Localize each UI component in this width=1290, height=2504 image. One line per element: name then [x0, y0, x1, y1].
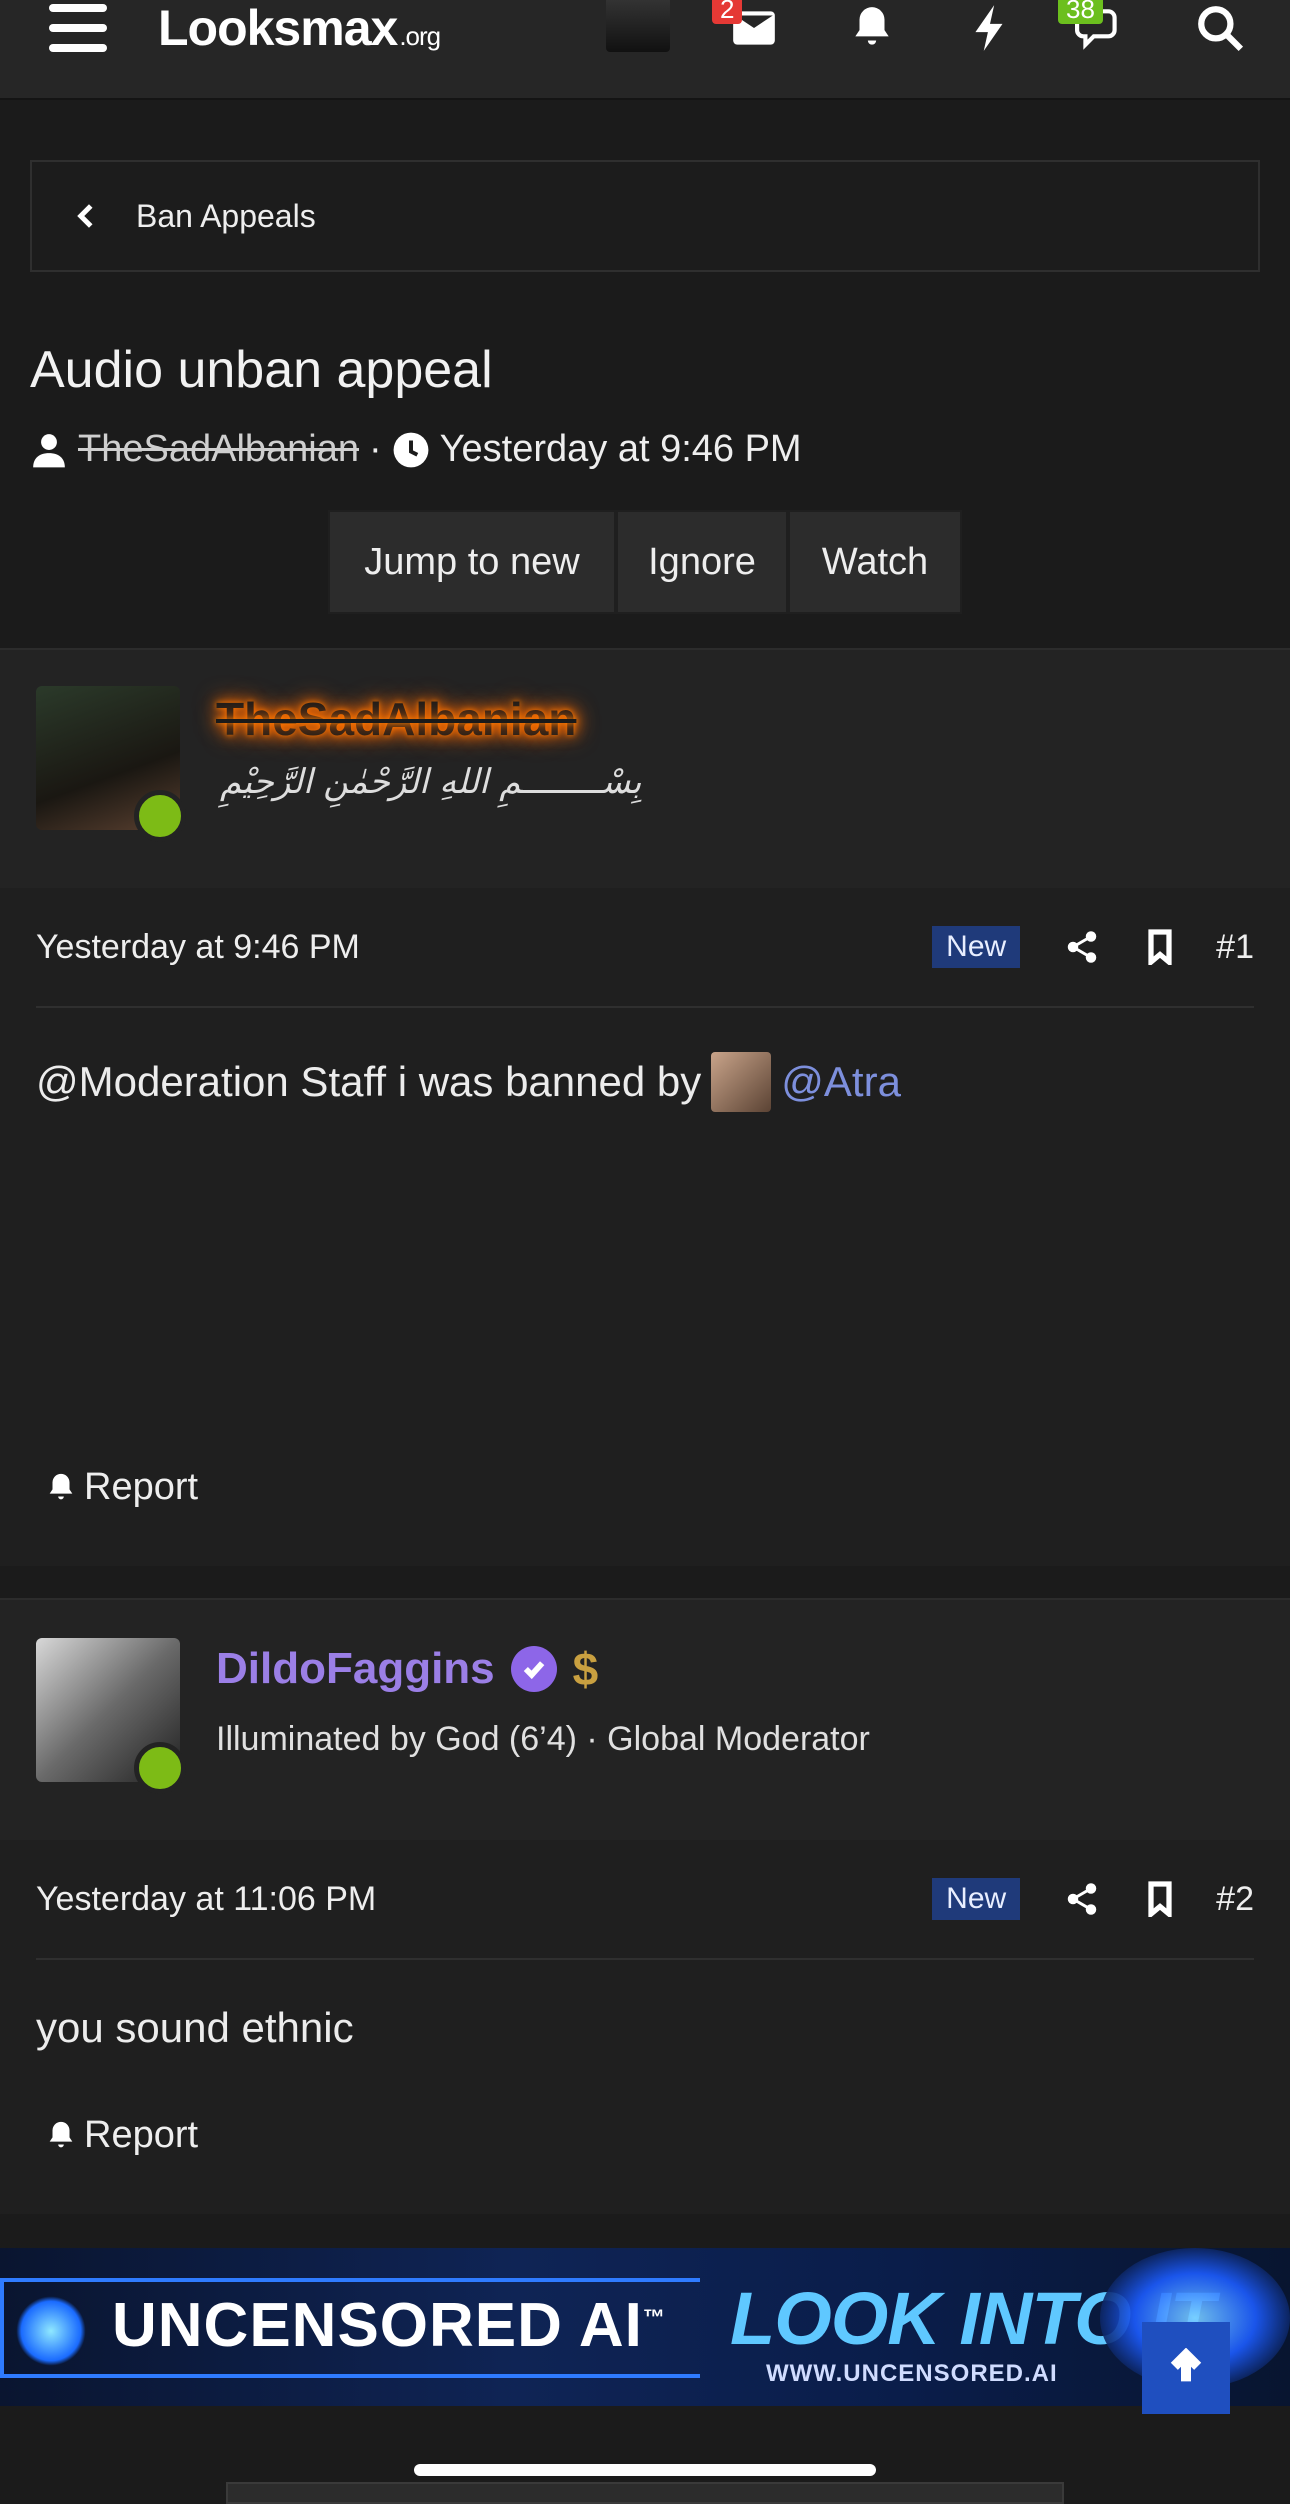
ad-left-text: UNCENSORED AI™	[112, 2291, 666, 2360]
bookmark-icon[interactable]	[1138, 925, 1182, 969]
page-title: Audio unban appeal	[30, 341, 493, 399]
meta-separator: ·	[369, 428, 382, 470]
username-row: DildoFaggins $	[216, 1642, 598, 1696]
share-icon[interactable]	[1060, 1877, 1104, 1921]
clock-icon	[393, 432, 429, 467]
thread-meta: TheSadAlbanian · Yesterday at 9:46 PM	[30, 428, 802, 471]
new-badge: New	[932, 926, 1021, 968]
post-content: you sound ethnic	[36, 2004, 354, 2052]
thread-actions: Jump to new Ignore Watch	[328, 510, 962, 614]
lightning-icon[interactable]	[960, 0, 1020, 56]
menu-icon[interactable]	[40, 0, 116, 56]
chat-badge: 38	[1058, 0, 1103, 24]
report-button[interactable]: Report	[44, 1466, 198, 1509]
post-header: DildoFaggins $ Illuminated by God (6’4) …	[0, 1598, 1290, 1840]
verified-icon	[510, 1646, 557, 1692]
post-meta: Yesterday at 11:06 PM New #2	[36, 1840, 1254, 1960]
avatar[interactable]	[36, 1638, 186, 1794]
inbox-badge: 2	[712, 0, 743, 24]
thread-author-link[interactable]: TheSadAlbanian	[78, 428, 359, 471]
online-indicator	[134, 790, 186, 842]
jump-to-new-button[interactable]: Jump to new	[328, 510, 616, 614]
home-indicator[interactable]	[414, 2464, 876, 2476]
post-date[interactable]: Yesterday at 11:06 PM	[36, 1880, 932, 1919]
post-text: you sound ethnic	[36, 2004, 354, 2051]
mention-avatar[interactable]	[711, 1052, 772, 1112]
bookmark-icon[interactable]	[1138, 1877, 1182, 1921]
breadcrumb[interactable]: Ban Appeals	[30, 160, 1260, 272]
online-indicator	[134, 1742, 186, 1794]
post-header: TheSadAlbanian بِسْــــــــمِ اللهِ الرَ…	[0, 648, 1290, 888]
post-body: Yesterday at 9:46 PM New #1 @Moderation …	[0, 888, 1290, 1566]
top-nav-bar: Looksmax .org 2 38	[0, 0, 1290, 100]
post-body: Yesterday at 11:06 PM New #2 you sound e…	[0, 1840, 1290, 2214]
post-number[interactable]: #1	[1216, 928, 1254, 967]
post-meta: Yesterday at 9:46 PM New #1	[36, 888, 1254, 1008]
thread-date[interactable]: Yesterday at 9:46 PM	[440, 428, 802, 471]
arrow-up-icon	[1170, 2348, 1202, 2382]
share-icon[interactable]	[1060, 925, 1104, 969]
watch-button[interactable]: Watch	[788, 510, 962, 614]
logo-suffix: .org	[399, 20, 441, 51]
dollar-icon: $	[572, 1643, 599, 1695]
ad-trademark: ™	[642, 2304, 666, 2330]
search-icon[interactable]	[1190, 0, 1250, 56]
breadcrumb-label: Ban Appeals	[136, 197, 316, 234]
ad-banner[interactable]: UNCENSORED AI™ LOOK INTO IT WWW.UNCENSOR…	[0, 2248, 1290, 2406]
post-number[interactable]: #2	[1216, 1880, 1254, 1919]
new-badge: New	[932, 1878, 1021, 1920]
post-date[interactable]: Yesterday at 9:46 PM	[36, 928, 932, 967]
user-signature: بِسْــــــــمِ اللهِ الرَّحْمٰنِ الرَّحِ…	[220, 762, 642, 802]
ignore-button[interactable]: Ignore	[616, 510, 788, 614]
inbox-icon[interactable]: 2	[712, 0, 784, 56]
chat-icon[interactable]: 38	[1058, 0, 1130, 56]
user-title: Illuminated by God (6’4) · Global Modera…	[216, 1720, 870, 1758]
report-button[interactable]: Report	[44, 2114, 198, 2157]
report-label: Report	[84, 2114, 199, 2156]
user-icon	[33, 433, 65, 467]
bell-icon[interactable]	[842, 0, 902, 56]
post-text: @Moderation Staff i was banned by	[36, 1058, 702, 1105]
report-label: Report	[84, 1466, 199, 1508]
chevron-left-icon	[72, 201, 102, 231]
bell-icon	[49, 2121, 73, 2147]
scroll-to-top-button[interactable]	[1142, 2322, 1230, 2414]
bottom-strip	[226, 2482, 1064, 2504]
ad-url: WWW.UNCENSORED.AI	[766, 2360, 1058, 2387]
avatar[interactable]	[36, 686, 186, 842]
logo-main: Looksmax	[158, 0, 398, 56]
bell-icon	[49, 1473, 73, 1499]
mention-link[interactable]: @Atra	[781, 1058, 901, 1106]
username[interactable]: DildoFaggins	[216, 1644, 495, 1694]
post-content: @Moderation Staff i was banned by @Atra	[36, 1052, 901, 1112]
username[interactable]: TheSadAlbanian	[216, 692, 576, 746]
user-avatar[interactable]	[606, 0, 670, 52]
ad-logo-icon	[16, 2296, 86, 2366]
site-logo[interactable]: Looksmax .org	[158, 0, 441, 56]
